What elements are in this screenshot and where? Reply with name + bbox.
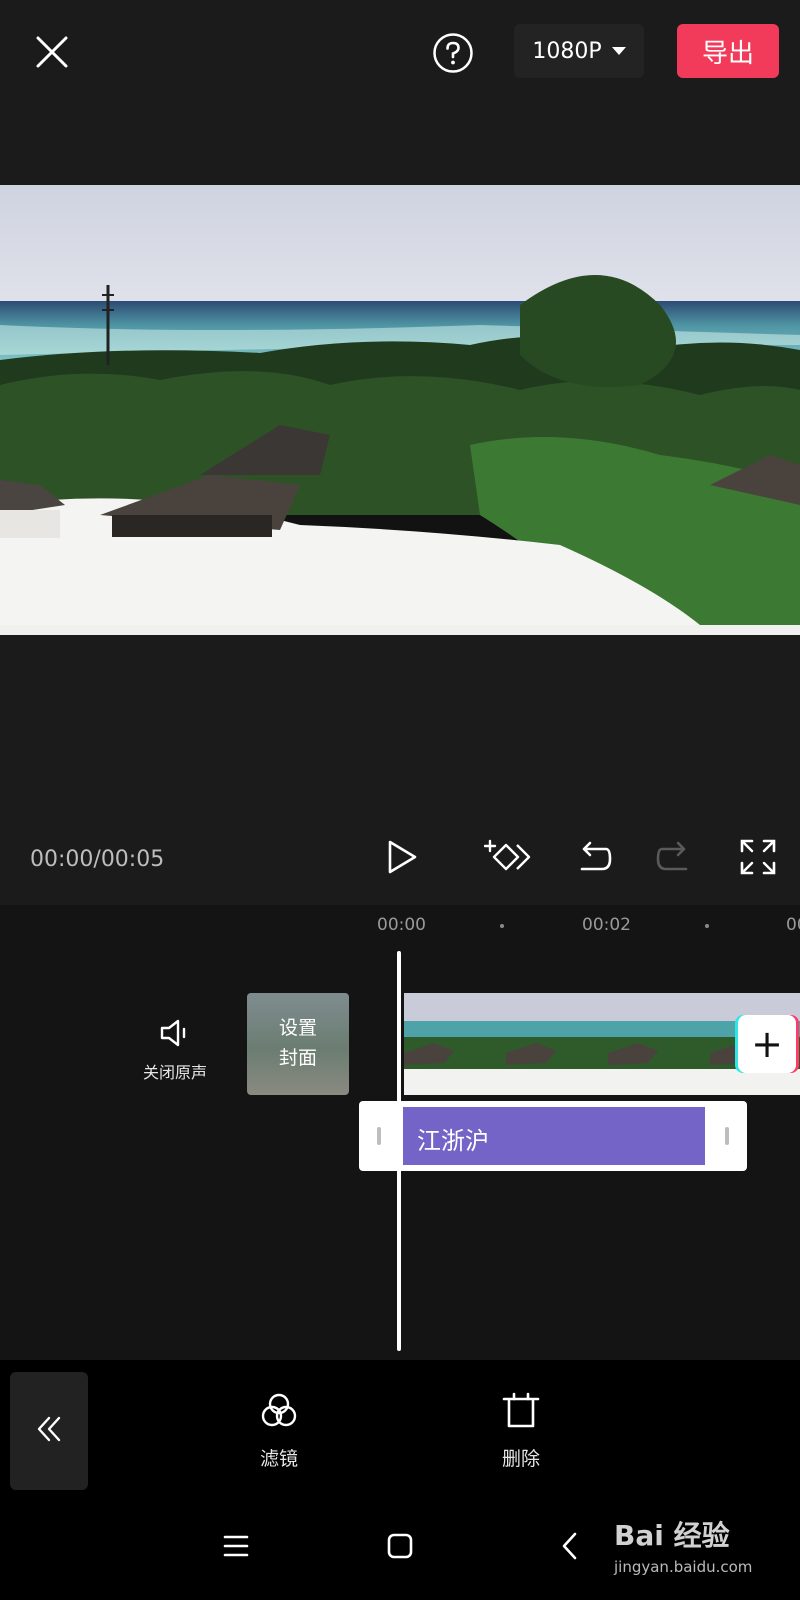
help-icon[interactable] <box>432 32 474 74</box>
watermark-url: jingyan.baidu.com <box>614 1558 753 1576</box>
trim-handle-left[interactable] <box>377 1127 381 1145</box>
crop-icon <box>500 1392 542 1436</box>
set-cover-button[interactable]: 设置 封面 <box>247 993 349 1095</box>
fullscreen-icon[interactable] <box>736 835 780 879</box>
undo-icon[interactable] <box>572 835 616 879</box>
video-thumbnail <box>404 993 506 1095</box>
player-controls: 00:00/00:05 <box>0 635 800 905</box>
trim-handle-right[interactable] <box>725 1127 729 1145</box>
export-button[interactable]: 导出 <box>677 24 779 78</box>
cover-label: 设置 封面 <box>278 1017 317 1069</box>
filter-icon <box>258 1393 300 1436</box>
menu-icon[interactable] <box>216 1526 256 1566</box>
resolution-dropdown[interactable]: 1080P <box>514 24 644 78</box>
double-chevron-left-icon <box>32 1412 66 1450</box>
close-icon[interactable] <box>30 30 74 74</box>
resolution-value: 1080P <box>532 38 602 64</box>
top-bar: 1080P 导出 <box>0 0 800 185</box>
home-icon[interactable] <box>380 1526 420 1566</box>
filter-label: 滤镜 <box>259 1448 298 1470</box>
filter-button[interactable]: 滤镜 <box>234 1390 324 1471</box>
watermark-brand: Bai 经验 <box>614 1519 730 1552</box>
edit-toolbar: 滤镜 删除 <box>0 1360 800 1490</box>
text-clip[interactable]: 江浙沪 <box>359 1101 747 1171</box>
time-readout: 00:00/00:05 <box>30 847 165 872</box>
timeline[interactable]: 00:00 00:02 00 关闭原声 设置 封面 <box>0 905 800 1360</box>
playhead[interactable] <box>397 951 401 1351</box>
redo-icon[interactable] <box>652 835 696 879</box>
ruler-label: 00:02 <box>582 915 631 935</box>
system-navbar: Bai 经验 jingyan.baidu.com <box>0 1490 800 1600</box>
baidu-jingyan-watermark: Bai 经验 jingyan.baidu.com <box>610 1508 800 1588</box>
delete-label: 删除 <box>501 1448 540 1470</box>
delete-button[interactable]: 删除 <box>476 1390 566 1471</box>
video-preview[interactable] <box>0 185 800 635</box>
back-icon[interactable] <box>550 1526 590 1566</box>
ruler-dot <box>500 924 504 928</box>
text-clip-label: 江浙沪 <box>403 1107 705 1165</box>
collapse-button[interactable] <box>10 1372 88 1490</box>
speaker-icon <box>157 1019 193 1055</box>
caret-down-icon <box>611 47 626 55</box>
keyframe-icon[interactable] <box>483 835 534 879</box>
play-icon[interactable] <box>380 835 424 879</box>
ruler-dot <box>705 924 709 928</box>
mute-original-audio-button[interactable]: 关闭原声 <box>130 1015 220 1085</box>
add-clip-button[interactable]: + <box>738 1015 796 1073</box>
mute-label: 关闭原声 <box>142 1063 207 1082</box>
ruler-label: 00:00 <box>377 915 426 935</box>
ruler-label: 00 <box>786 915 800 935</box>
